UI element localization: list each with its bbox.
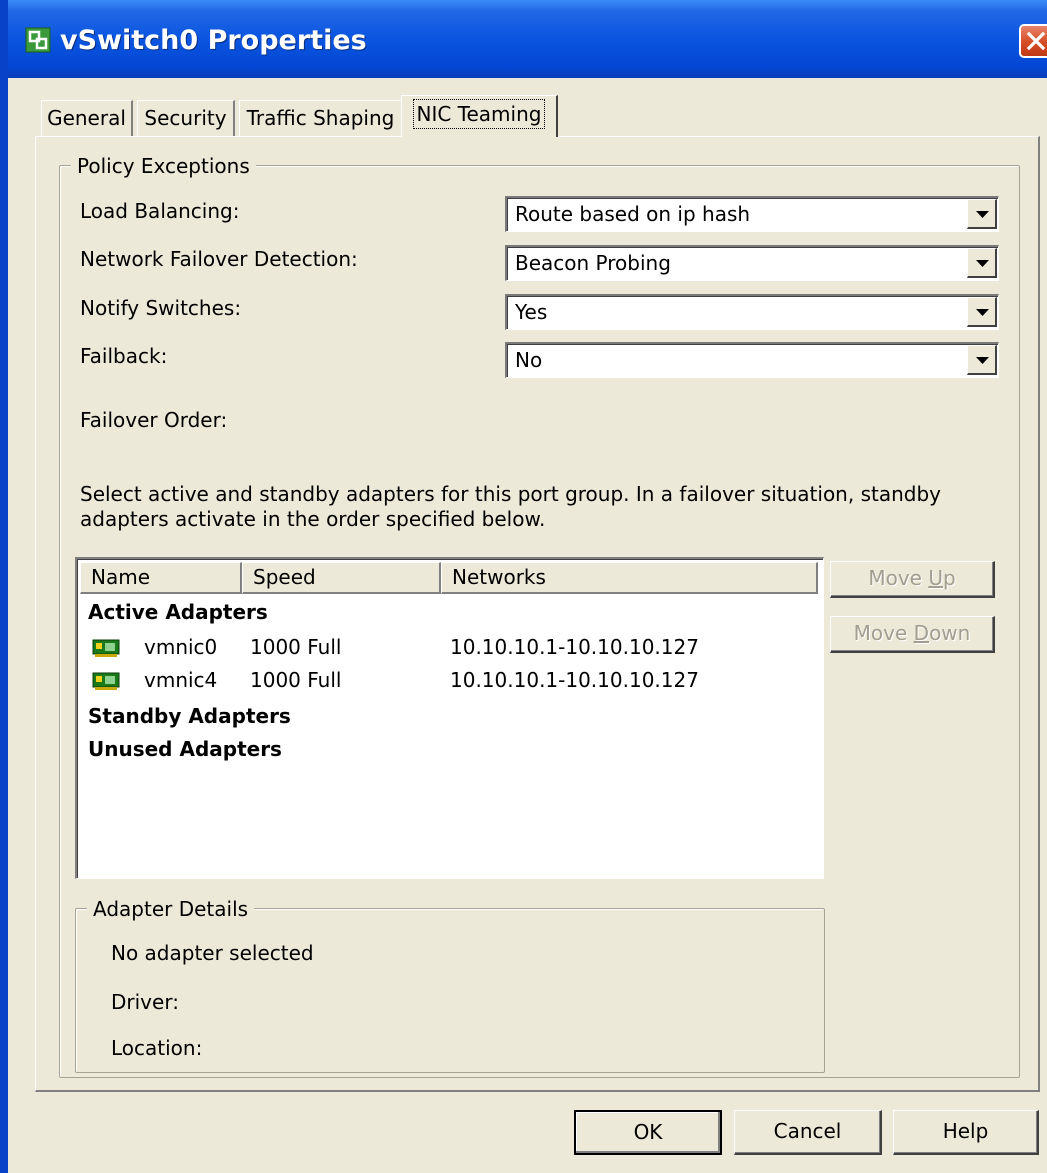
failover-detection-label: Network Failover Detection:: [80, 247, 358, 271]
vsphere-network-icon: [25, 27, 51, 53]
cancel-button[interactable]: Cancel: [734, 1110, 882, 1155]
active-adapters-heading[interactable]: Active Adapters: [88, 599, 268, 625]
tab-general[interactable]: General: [41, 100, 133, 136]
adapter-name: vmnic4: [144, 668, 218, 692]
move-up-label: Move: [868, 566, 929, 590]
move-down-button[interactable]: Move Down: [830, 616, 995, 653]
chevron-down-icon: [976, 357, 989, 364]
adapter-details-status: No adapter selected: [111, 941, 314, 965]
failover-detection-dropdown-button[interactable]: [967, 248, 997, 278]
column-header-name[interactable]: Name: [80, 562, 242, 594]
tab-security[interactable]: Security: [137, 100, 235, 136]
move-up-label-suffix: p: [942, 566, 956, 590]
failover-description-line1: Select active and standby adapters for t…: [80, 482, 941, 506]
policy-exceptions-legend: Policy Exceptions: [71, 154, 256, 178]
move-down-accelerator: D: [913, 621, 930, 645]
notify-switches-label: Notify Switches:: [80, 296, 242, 320]
adapter-networks: 10.10.10.1-10.10.10.127: [450, 668, 699, 692]
load-balancing-select[interactable]: Route based on ip hash: [505, 196, 999, 232]
notify-switches-dropdown-button[interactable]: [967, 297, 997, 327]
failover-detection-value: Beacon Probing: [515, 251, 671, 275]
column-header-speed[interactable]: Speed: [242, 562, 441, 594]
failback-select[interactable]: No: [505, 342, 999, 378]
failback-value: No: [515, 348, 543, 372]
notify-switches-value: Yes: [515, 300, 548, 324]
adapter-details-legend: Adapter Details: [87, 897, 255, 921]
tab-nic-teaming-label: NIC Teaming: [412, 99, 546, 129]
failback-dropdown-button[interactable]: [967, 345, 997, 375]
column-header-networks[interactable]: Networks: [441, 562, 818, 594]
load-balancing-label: Load Balancing:: [80, 199, 240, 223]
adapter-speed: 1000 Full: [250, 635, 342, 659]
help-button[interactable]: Help: [893, 1110, 1039, 1155]
load-balancing-dropdown-button[interactable]: [967, 199, 997, 229]
chevron-down-icon: [976, 309, 989, 316]
adapter-list[interactable]: Name Speed Networks Active Adapters vmni…: [75, 557, 824, 879]
close-icon: [1026, 31, 1046, 51]
load-balancing-value: Route based on ip hash: [515, 202, 751, 226]
move-down-label: Move: [853, 621, 914, 645]
adapter-details-driver-label: Driver:: [111, 990, 179, 1014]
unused-adapters-heading[interactable]: Unused Adapters: [88, 736, 282, 762]
move-up-accelerator: U: [928, 566, 943, 590]
chevron-down-icon: [976, 211, 989, 218]
tab-security-label: Security: [144, 106, 227, 130]
window-title: vSwitch0 Properties: [60, 25, 367, 56]
properties-window: vSwitch0 Properties General Security Tra…: [0, 0, 1047, 1173]
adapter-name: vmnic0: [144, 635, 218, 659]
title-bar[interactable]: vSwitch0 Properties: [8, 0, 1047, 78]
failover-description-line2: adapters activate in the order specified…: [80, 507, 546, 531]
tab-traffic-shaping[interactable]: Traffic Shaping: [239, 100, 403, 136]
chevron-down-icon: [976, 260, 989, 267]
failover-order-label: Failover Order:: [80, 408, 228, 432]
tab-general-label: General: [47, 106, 126, 130]
adapter-details-location-label: Location:: [111, 1036, 203, 1060]
notify-switches-select[interactable]: Yes: [505, 294, 999, 330]
network-card-icon: [92, 672, 120, 690]
standby-adapters-heading[interactable]: Standby Adapters: [88, 703, 291, 729]
adapter-speed: 1000 Full: [250, 668, 342, 692]
move-down-label-suffix: own: [929, 621, 971, 645]
move-up-button[interactable]: Move Up: [830, 561, 995, 598]
network-card-icon: [92, 639, 120, 657]
tab-nic-teaming[interactable]: NIC Teaming: [401, 95, 558, 137]
failover-detection-select[interactable]: Beacon Probing: [505, 245, 999, 281]
ok-button[interactable]: OK: [574, 1110, 722, 1155]
failback-label: Failback:: [80, 344, 168, 368]
tab-traffic-shaping-label: Traffic Shaping: [246, 106, 395, 130]
adapter-networks: 10.10.10.1-10.10.10.127: [450, 635, 699, 659]
close-button[interactable]: [1019, 24, 1047, 58]
